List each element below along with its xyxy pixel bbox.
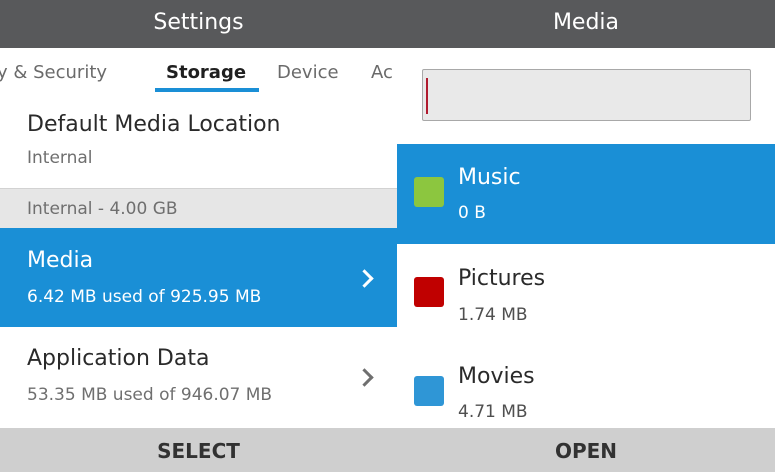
default-media-location-item[interactable]: Default Media Location Internal <box>0 100 397 186</box>
default-media-location-label: Default Media Location <box>27 112 281 137</box>
media-item-label: Music <box>458 165 521 190</box>
search-input[interactable] <box>422 69 751 121</box>
media-item-size: 4.71 MB <box>458 402 528 422</box>
storage-section-header: Internal - 4.00 GB <box>0 188 397 228</box>
music-color-swatch-icon <box>414 177 444 207</box>
media-item-size: 0 B <box>458 203 486 223</box>
chevron-right-icon <box>355 269 374 288</box>
movies-color-swatch-icon <box>414 376 444 406</box>
application-data-label: Application Data <box>27 346 210 371</box>
settings-screen: Settings y & Security Storage Device Ac … <box>0 0 397 472</box>
media-item-music[interactable]: Music 0 B <box>397 144 775 244</box>
settings-title: Settings <box>153 10 244 35</box>
media-storage-usage: 6.42 MB used of 925.95 MB <box>27 287 262 307</box>
application-data-usage: 53.35 MB used of 946.07 MB <box>27 385 273 405</box>
application-data-item[interactable]: Application Data 53.35 MB used of 946.07… <box>0 327 397 428</box>
default-media-location-value: Internal <box>27 148 93 168</box>
tab-accounts[interactable]: Ac <box>371 62 393 83</box>
pictures-color-swatch-icon <box>414 277 444 307</box>
open-softkey-label: OPEN <box>554 439 618 463</box>
chevron-right-icon <box>355 368 374 387</box>
active-tab-indicator <box>155 88 259 92</box>
media-title: Media <box>552 10 620 35</box>
media-title-bar: Media <box>397 0 775 48</box>
storage-section-header-label: Internal - 4.00 GB <box>27 199 178 219</box>
open-softkey[interactable]: OPEN <box>397 428 775 472</box>
settings-title-bar: Settings <box>0 0 397 48</box>
media-screen: Media Music 0 B Pictures 1.74 MB Movies … <box>397 0 775 472</box>
media-item-movies[interactable]: Movies 4.71 MB <box>397 344 775 428</box>
media-storage-label: Media <box>27 248 94 273</box>
media-item-label: Pictures <box>458 266 546 291</box>
text-cursor <box>426 78 428 114</box>
tab-storage[interactable]: Storage <box>166 62 246 83</box>
media-item-label: Movies <box>458 364 535 389</box>
tab-device[interactable]: Device <box>277 62 339 83</box>
media-storage-item[interactable]: Media 6.42 MB used of 925.95 MB <box>0 228 397 327</box>
settings-tab-bar: y & Security Storage Device Ac <box>0 48 397 100</box>
media-item-pictures[interactable]: Pictures 1.74 MB <box>397 244 775 340</box>
select-softkey[interactable]: SELECT <box>0 428 397 472</box>
select-softkey-label: SELECT <box>157 439 240 463</box>
tab-privacy-security[interactable]: y & Security <box>0 62 107 83</box>
media-item-size: 1.74 MB <box>458 305 528 325</box>
